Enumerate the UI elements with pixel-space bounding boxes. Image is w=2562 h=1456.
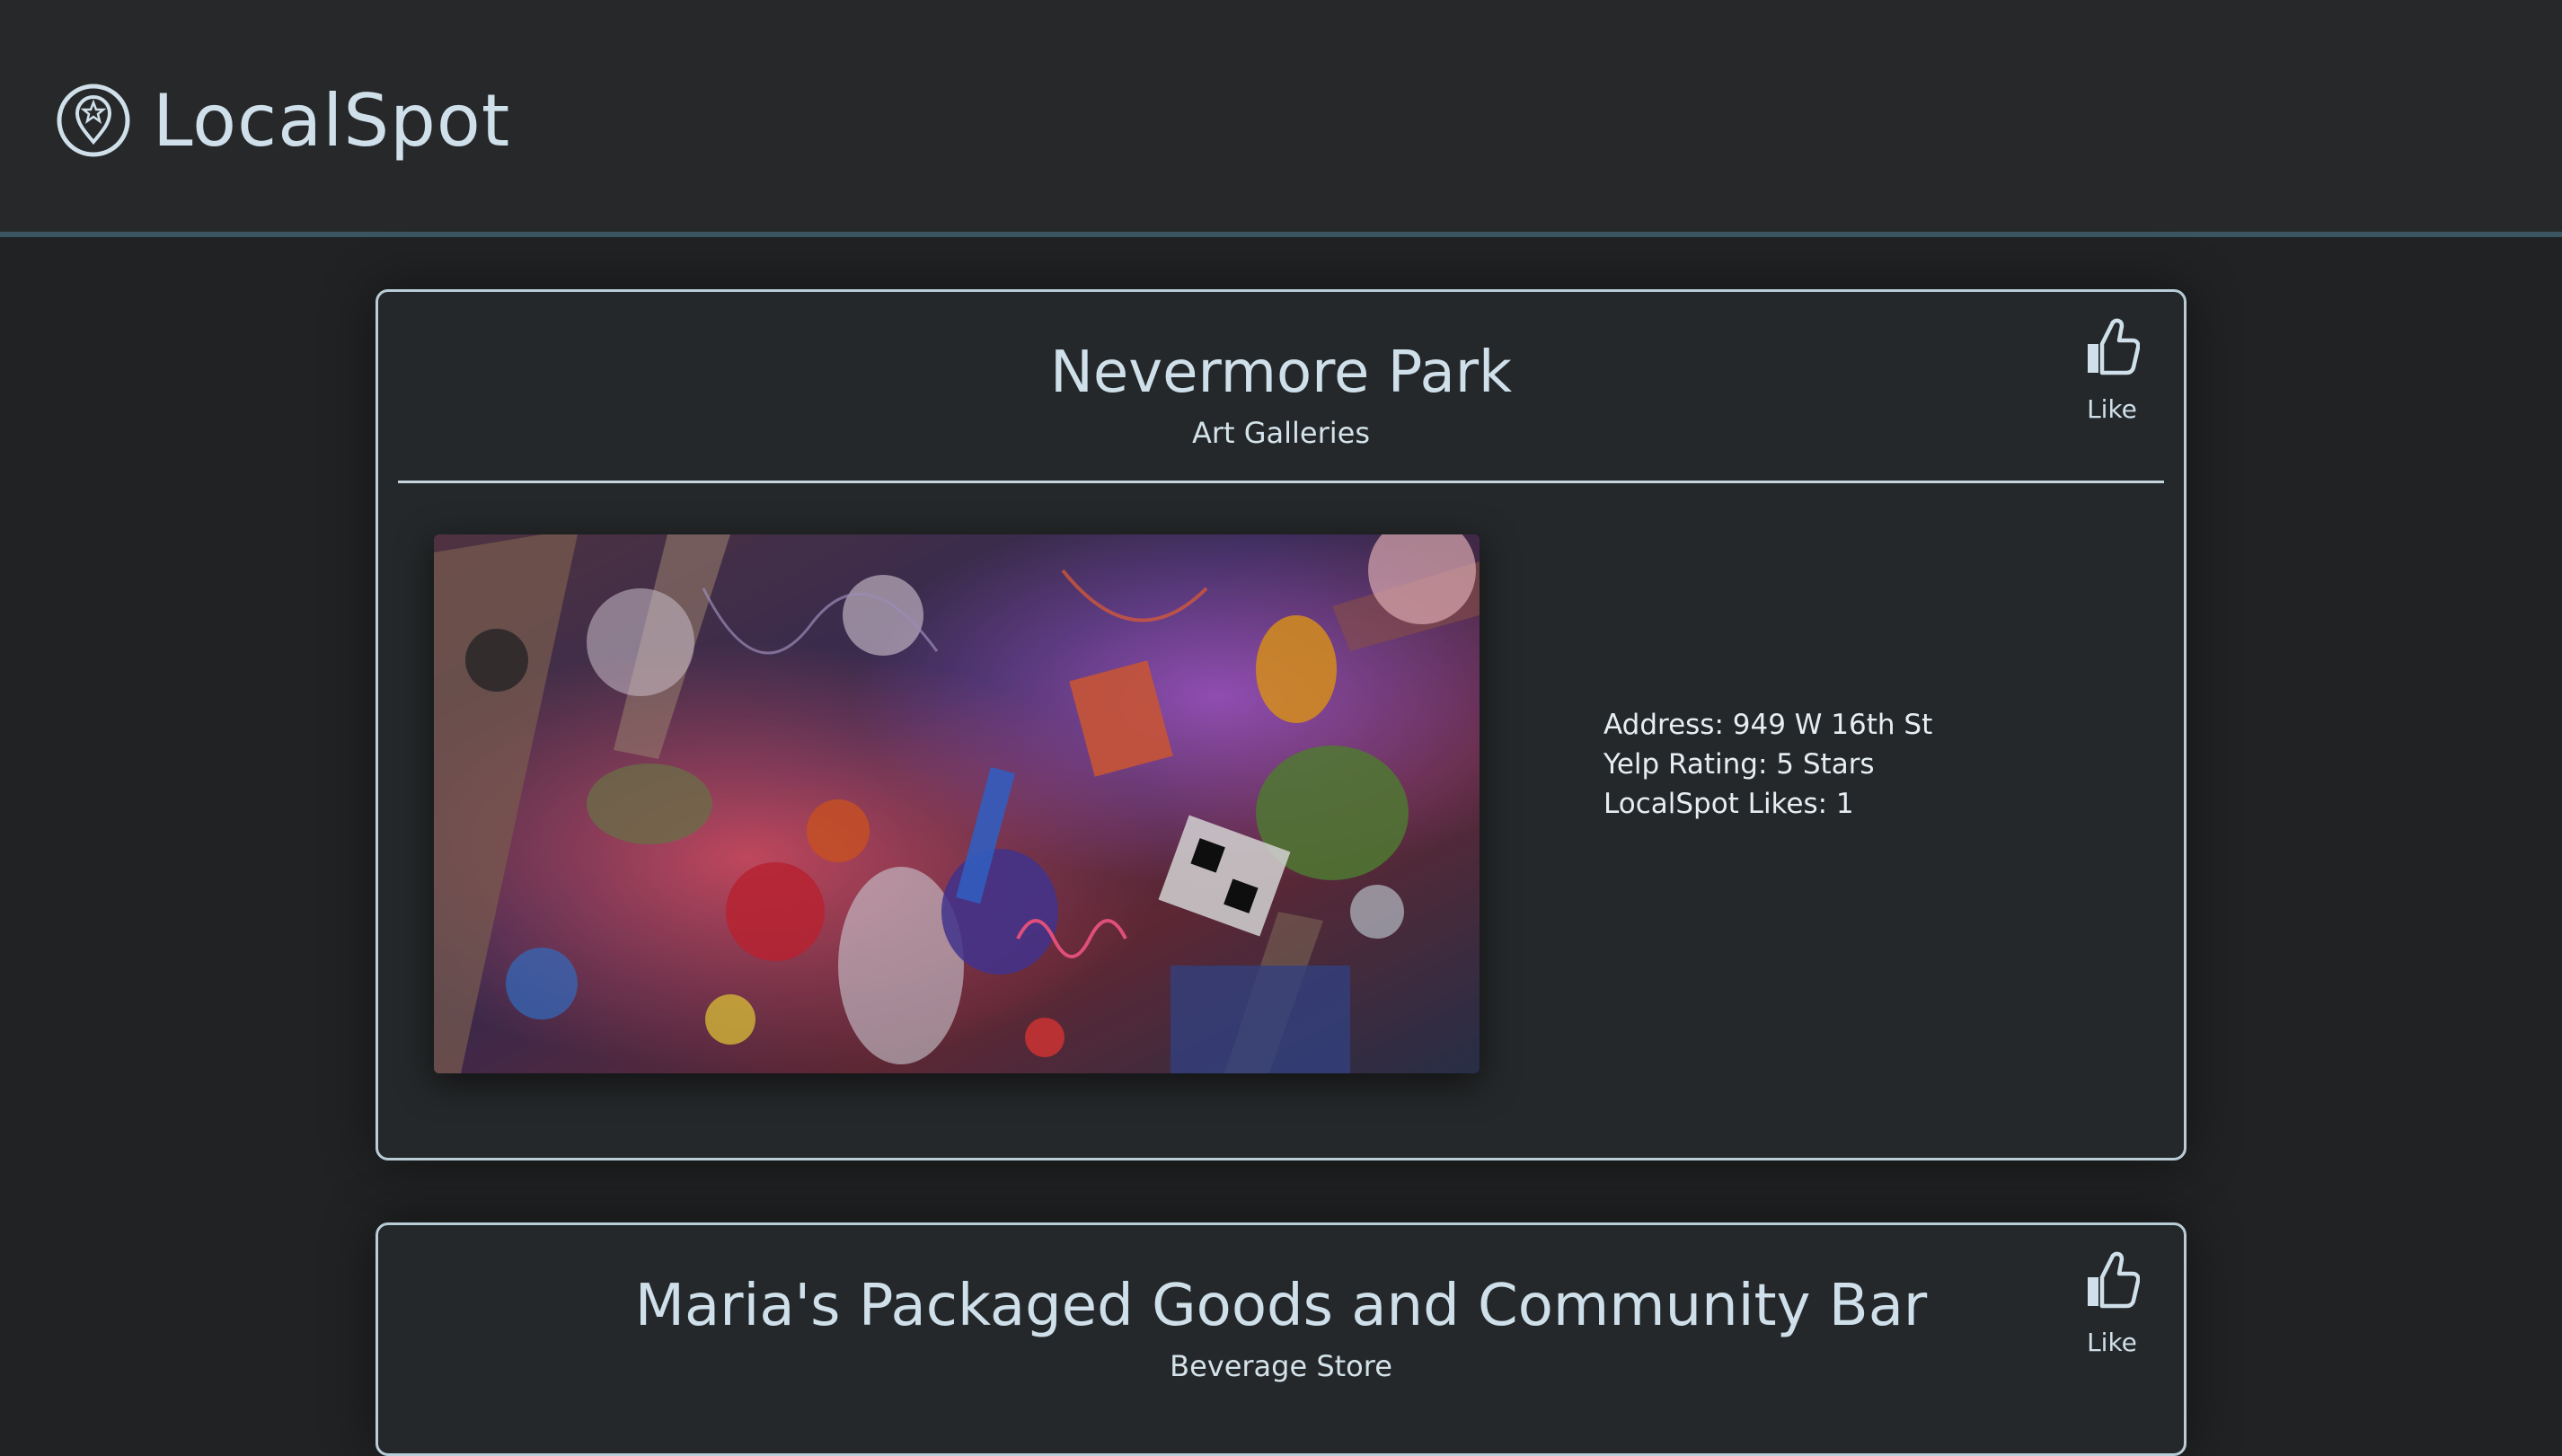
like-label: Like bbox=[2087, 1328, 2137, 1357]
like-label: Like bbox=[2087, 394, 2137, 424]
place-photo bbox=[434, 534, 1480, 1073]
app-title: LocalSpot bbox=[153, 79, 511, 163]
logo[interactable]: LocalSpot bbox=[56, 83, 510, 160]
place-rating: Yelp Rating: 5 Stars bbox=[1603, 748, 1875, 781]
place-likes: LocalSpot Likes: 1 bbox=[1603, 788, 1854, 820]
place-details: Address: 949 W 16th St Yelp Rating: 5 St… bbox=[1603, 705, 1932, 824]
card-divider bbox=[398, 481, 2164, 483]
like-button[interactable]: Like bbox=[2076, 317, 2148, 424]
place-address: Address: 949 W 16th St bbox=[1603, 709, 1933, 741]
place-category: Art Galleries bbox=[1191, 416, 1371, 450]
thumbs-up-icon bbox=[2088, 1251, 2140, 1309]
place-card: Nevermore Park Art Galleries Like Addres… bbox=[375, 289, 2187, 1160]
place-card: Maria's Packaged Goods and Community Bar… bbox=[375, 1222, 2187, 1456]
like-button[interactable]: Like bbox=[2076, 1250, 2148, 1357]
map-pin-star-icon bbox=[57, 84, 130, 157]
thumbs-up-icon bbox=[2088, 318, 2140, 375]
app-header: LocalSpot bbox=[0, 0, 2562, 237]
place-category: Beverage Store bbox=[1170, 1349, 1392, 1383]
place-name: Maria's Packaged Goods and Community Bar bbox=[634, 1273, 1928, 1339]
gallery-photo bbox=[434, 534, 1480, 1073]
place-name: Nevermore Park bbox=[1049, 340, 1513, 406]
